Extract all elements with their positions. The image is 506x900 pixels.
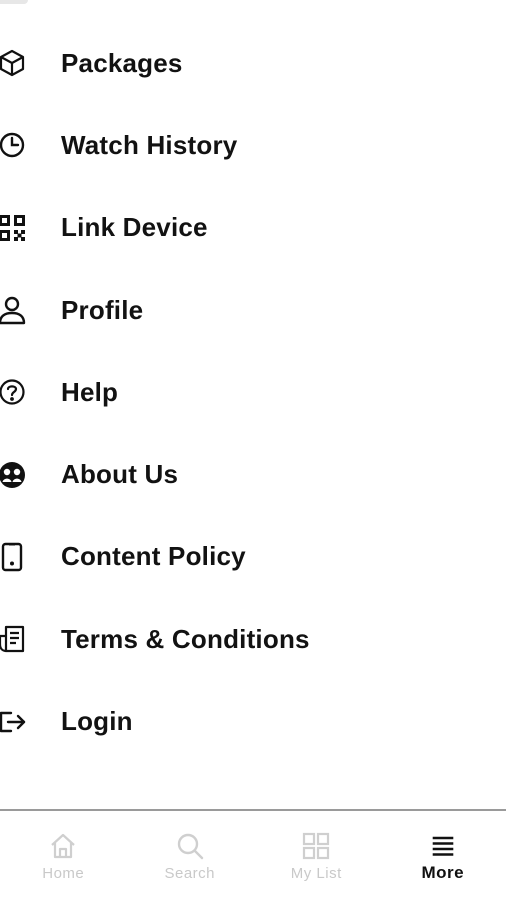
menu-item-label: Watch History	[61, 129, 238, 160]
menu-item-watch-history[interactable]: Watch History	[0, 104, 506, 186]
menu-item-label: Profile	[61, 294, 144, 325]
menu-item-label: Packages	[61, 47, 183, 78]
question-circle-icon	[0, 377, 27, 407]
bottom-navigation-bar: Home Search My List More	[0, 809, 506, 900]
menu-item-terms-conditions[interactable]: Terms & Conditions	[0, 598, 506, 680]
menu-item-label: Link Device	[61, 212, 208, 243]
menu-item-login[interactable]: Login	[0, 680, 506, 762]
nav-tab-label: More	[421, 863, 465, 882]
nav-tab-search[interactable]: Search	[127, 811, 254, 900]
menu-item-packages[interactable]: Packages	[0, 22, 506, 104]
menu-item-about-us[interactable]: About Us	[0, 433, 506, 515]
about-us-icon	[0, 460, 27, 490]
user-icon	[0, 295, 27, 325]
nav-tab-home[interactable]: Home	[0, 811, 127, 900]
nav-tab-label: Search	[164, 865, 216, 882]
menu-item-label: Help	[61, 376, 119, 407]
menu-item-label: Content Policy	[61, 541, 246, 572]
menu-item-profile[interactable]: Profile	[0, 269, 506, 351]
cube-icon	[0, 48, 27, 78]
phone-icon	[0, 542, 27, 572]
clock-icon	[0, 130, 27, 160]
menu-item-content-policy[interactable]: Content Policy	[0, 516, 506, 598]
login-icon	[0, 707, 27, 737]
menu-item-label: Terms & Conditions	[61, 623, 310, 654]
menu-item-link-device[interactable]: Link Device	[0, 187, 506, 269]
grid-icon	[301, 831, 331, 861]
nav-tab-label: Home	[42, 865, 85, 882]
menu-item-help[interactable]: Help	[0, 351, 506, 433]
document-icon	[0, 624, 27, 654]
menu-item-label: Login	[61, 706, 133, 737]
search-icon	[175, 831, 205, 861]
more-menu: Packages Watch History Link Device Profi…	[0, 22, 506, 763]
nav-tab-my-list[interactable]: My List	[253, 811, 380, 900]
nav-tab-label: My List	[290, 865, 342, 882]
menu-item-label: About Us	[61, 459, 179, 490]
nav-tab-more[interactable]: More	[380, 811, 506, 900]
top-edge-remnant	[0, 0, 28, 4]
qr-code-icon	[0, 213, 27, 243]
home-icon	[48, 831, 78, 861]
menu-lines-icon	[428, 831, 458, 861]
app-root: Packages Watch History Link Device Profi…	[0, 0, 506, 900]
